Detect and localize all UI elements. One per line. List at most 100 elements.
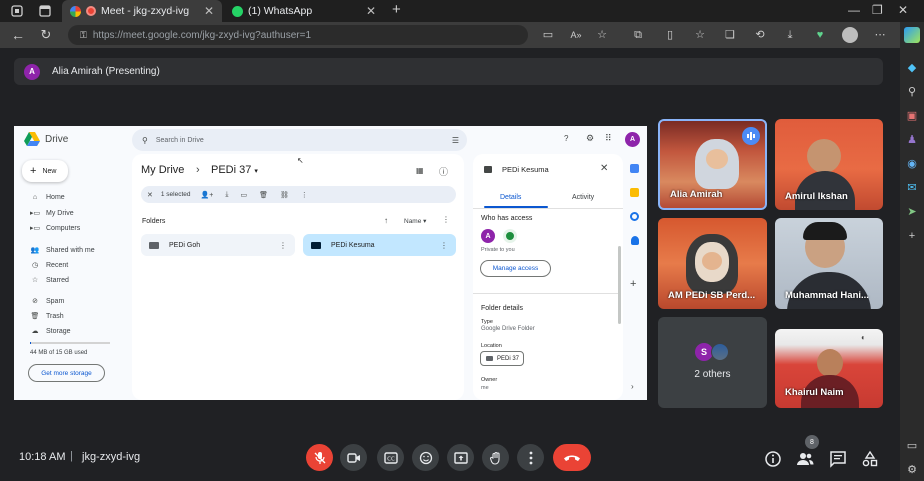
folder-item[interactable]: PEDi Goh ⋮ — [141, 234, 295, 256]
tab-actions-icon[interactable] — [38, 4, 52, 18]
close-details-icon[interactable]: ✕ — [600, 163, 608, 174]
folder-item-selected[interactable]: PEDi Kesuma ⋮ — [303, 234, 456, 256]
keep-app-icon[interactable] — [630, 188, 639, 197]
search-options-icon[interactable]: ☰ — [452, 136, 459, 145]
camera-in-use-icon[interactable]: ▭ — [540, 27, 556, 43]
nav-storage[interactable]: ☁ Storage — [30, 327, 71, 336]
nav-starred[interactable]: ☆ Starred — [30, 276, 69, 285]
drive-account-avatar[interactable]: A — [625, 132, 640, 147]
clear-selection-icon[interactable]: ✕ — [147, 191, 153, 199]
present-button[interactable] — [447, 444, 474, 471]
participant-tile-others[interactable]: S 2 others — [658, 317, 767, 408]
close-tab-icon[interactable]: ✕ — [204, 4, 214, 18]
downloads-icon[interactable]: ⤓ — [782, 27, 798, 43]
collections-icon[interactable]: ❏ — [722, 27, 738, 43]
sidebar-layout-icon[interactable]: ▭ — [904, 438, 920, 454]
grid-view-icon[interactable]: ▦ — [416, 166, 424, 175]
mic-off-button[interactable] — [306, 444, 333, 471]
share-icon[interactable]: 👤+ — [201, 191, 214, 199]
tab-whatsapp[interactable]: (1) WhatsApp ✕ — [224, 0, 384, 22]
close-tab-icon[interactable]: ✕ — [366, 4, 376, 18]
participant-tile[interactable]: Alia Amirah — [658, 119, 767, 210]
nav-recent[interactable]: ◷ Recent — [30, 261, 68, 270]
move-icon[interactable]: ▭ — [240, 191, 247, 199]
tab-activity[interactable]: Activity — [572, 194, 594, 201]
raise-hand-button[interactable] — [482, 444, 509, 471]
favorite-star-icon[interactable]: ☆ — [594, 27, 610, 43]
nav-trash[interactable]: 🗑 Trash — [30, 312, 64, 321]
url-field[interactable]: ⚿ https://meet.google.com/jkg-zxyd-ivg?a… — [68, 25, 528, 45]
new-button[interactable]: + New — [22, 160, 68, 182]
refresh-icon[interactable]: ↻ — [38, 27, 54, 43]
sidebar-settings-icon[interactable]: ⚙ — [904, 462, 920, 478]
sidebar-drop-icon[interactable]: ➤ — [904, 204, 920, 220]
drive-search-input[interactable]: ⚲ Search in Drive ☰ — [132, 129, 467, 151]
participant-tile[interactable]: AM PEDi SB Perd... — [658, 218, 767, 309]
apps-grid-icon[interactable]: ⠿ — [605, 133, 612, 144]
nav-spam[interactable]: ⊘ Spam — [30, 297, 64, 306]
new-tab-icon[interactable]: + — [392, 1, 401, 18]
get-more-storage-button[interactable]: Get more storage — [28, 364, 105, 382]
chat-icon[interactable] — [829, 450, 847, 468]
read-aloud-icon[interactable]: A» — [568, 27, 584, 43]
workspaces-icon[interactable] — [10, 4, 24, 18]
camera-button[interactable] — [340, 444, 367, 471]
meeting-info-icon[interactable] — [764, 450, 782, 468]
more-options-button[interactable] — [517, 444, 544, 471]
sidebar-outlook-icon[interactable]: ✉ — [904, 180, 920, 196]
folder-more-icon[interactable]: ⋮ — [279, 241, 287, 250]
participant-tile[interactable]: ◐ Khairul Naim — [775, 329, 883, 408]
restore-icon[interactable]: ❐ — [872, 3, 883, 17]
delete-icon[interactable]: 🗑 — [259, 191, 268, 199]
participant-tile[interactable]: Muhammad Hani... — [775, 218, 883, 309]
contacts-app-icon[interactable] — [631, 236, 639, 245]
sidebar-shopping-icon[interactable]: ◆ — [904, 60, 920, 76]
copy-link-icon[interactable]: ⛓ — [280, 191, 289, 199]
copilot-icon[interactable] — [904, 27, 920, 43]
sort-direction-icon[interactable]: ↑ — [384, 216, 388, 225]
drive-settings-icon[interactable]: ⚙ — [586, 133, 594, 144]
minimize-icon[interactable]: — — [848, 3, 860, 17]
more-actions-icon[interactable]: ⋮ — [301, 191, 308, 199]
folder-options-icon[interactable]: ⋮ — [442, 215, 450, 224]
calendar-app-icon[interactable] — [630, 164, 639, 173]
people-icon[interactable] — [796, 450, 814, 468]
download-icon[interactable]: ⤓ — [225, 191, 228, 199]
participant-tile[interactable]: Amirul Ikshan — [775, 119, 883, 210]
captions-button[interactable]: CC — [377, 444, 404, 471]
history-icon[interactable]: ⟲ — [752, 27, 768, 43]
breadcrumb-root[interactable]: My Drive — [141, 164, 184, 176]
profile-icon[interactable] — [842, 27, 858, 43]
sidebar-tools-icon[interactable]: ▣ — [904, 108, 920, 124]
get-addons-icon[interactable]: + — [630, 278, 636, 290]
tasks-app-icon[interactable] — [630, 212, 639, 221]
breadcrumb-current[interactable]: PEDi 37 ▾ — [211, 164, 258, 176]
split-screen-icon[interactable]: ▯ — [662, 27, 678, 43]
location-chip[interactable]: PEDi 37 — [480, 351, 524, 366]
tab-details[interactable]: Details — [500, 194, 521, 201]
back-icon[interactable]: ← — [10, 27, 26, 43]
sidebar-add-icon[interactable]: + — [904, 228, 920, 244]
expand-panel-icon[interactable]: › — [631, 382, 634, 391]
nav-computers[interactable]: ▸▭ Computers — [30, 224, 80, 233]
manage-access-button[interactable]: Manage access — [480, 260, 551, 277]
leave-call-button[interactable] — [553, 444, 591, 471]
window-close-icon[interactable]: ✕ — [898, 3, 908, 17]
favorites-icon[interactable]: ☆ — [692, 27, 708, 43]
activities-icon[interactable] — [861, 450, 879, 468]
details-scrollbar[interactable] — [618, 246, 621, 324]
nav-home[interactable]: ⌂ Home — [30, 194, 65, 201]
site-info-icon[interactable]: ⚿ — [80, 30, 87, 41]
tile-options-icon[interactable]: ◐ — [861, 333, 866, 342]
sidebar-search-icon[interactable]: ⚲ — [904, 84, 920, 100]
sort-button[interactable]: Name ▾ — [404, 217, 426, 225]
reactions-button[interactable] — [412, 444, 439, 471]
sidebar-m365-icon[interactable]: ◉ — [904, 156, 920, 172]
nav-shared[interactable]: 👥 Shared with me — [30, 246, 95, 255]
nav-my-drive[interactable]: ▸▭ My Drive — [30, 209, 74, 218]
tab-meet[interactable]: Meet - jkg-zxyd-ivg ✕ — [62, 0, 222, 22]
help-icon[interactable]: ? — [564, 134, 568, 143]
more-options-icon[interactable]: ⋯ — [872, 27, 888, 43]
browser-essentials-icon[interactable]: ♥ — [812, 27, 828, 43]
extensions-icon[interactable]: ⧉ — [630, 27, 646, 43]
